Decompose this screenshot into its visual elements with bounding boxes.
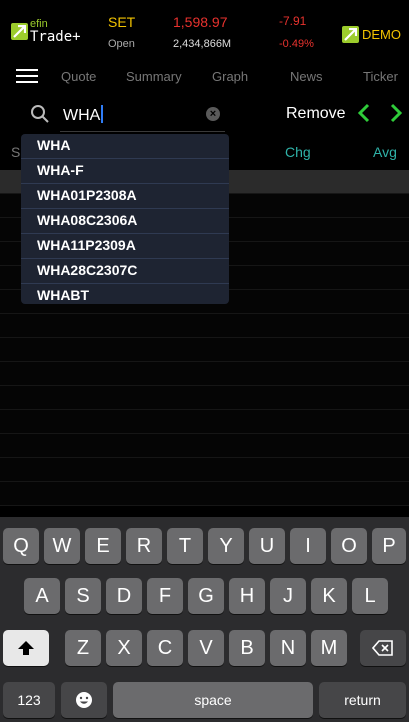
index-change-pct: -0.49% bbox=[279, 38, 314, 50]
menu-icon[interactable] bbox=[16, 69, 38, 85]
key-h[interactable]: H bbox=[229, 578, 265, 614]
key-m[interactable]: M bbox=[311, 630, 347, 666]
key-w[interactable]: W bbox=[44, 528, 80, 564]
key-i[interactable]: I bbox=[290, 528, 326, 564]
search-input[interactable]: WHA bbox=[63, 105, 104, 125]
space-key[interactable]: space bbox=[113, 682, 313, 718]
key-c[interactable]: C bbox=[147, 630, 183, 666]
key-g[interactable]: G bbox=[188, 578, 224, 614]
table-row[interactable] bbox=[0, 362, 409, 386]
tab-news[interactable]: News bbox=[290, 69, 323, 84]
key-e[interactable]: E bbox=[85, 528, 121, 564]
emoji-icon bbox=[76, 692, 92, 708]
column-header-avg[interactable]: Avg bbox=[373, 144, 397, 160]
suggestion-item[interactable]: WHA08C2306A bbox=[21, 209, 229, 234]
numbers-key[interactable]: 123 bbox=[3, 682, 55, 718]
demo-mode-label[interactable]: DEMO bbox=[362, 27, 401, 42]
key-v[interactable]: V bbox=[188, 630, 224, 666]
emoji-key[interactable] bbox=[61, 682, 107, 718]
key-z[interactable]: Z bbox=[65, 630, 101, 666]
key-p[interactable]: P bbox=[372, 528, 406, 564]
column-header-chg[interactable]: Chg bbox=[285, 144, 311, 160]
column-header-symbol[interactable]: S bbox=[11, 144, 20, 160]
table-row[interactable] bbox=[0, 338, 409, 362]
index-change: -7.91 bbox=[279, 14, 307, 28]
search-icon bbox=[31, 105, 49, 123]
shift-icon bbox=[18, 641, 34, 655]
market-header: efin Trade+ SET Open 1,598.97 2,434,866M… bbox=[0, 0, 409, 60]
on-screen-keyboard: Q W E R T Y U I O P A S D F G H J K L Z … bbox=[0, 517, 409, 722]
logo-trade-text: Trade+ bbox=[30, 29, 81, 45]
key-j[interactable]: J bbox=[270, 578, 306, 614]
index-volume: 2,434,866M bbox=[173, 38, 232, 50]
table-row[interactable] bbox=[0, 314, 409, 338]
table-row[interactable] bbox=[0, 386, 409, 410]
key-d[interactable]: D bbox=[106, 578, 142, 614]
key-b[interactable]: B bbox=[229, 630, 265, 666]
return-key[interactable]: return bbox=[319, 682, 406, 718]
key-l[interactable]: L bbox=[352, 578, 388, 614]
table-row[interactable] bbox=[0, 434, 409, 458]
suggestion-item[interactable]: WHA28C2307C bbox=[21, 259, 229, 284]
suggestion-item[interactable]: WHA11P2309A bbox=[21, 234, 229, 259]
key-f[interactable]: F bbox=[147, 578, 183, 614]
tab-summary[interactable]: Summary bbox=[126, 69, 182, 84]
key-u[interactable]: U bbox=[249, 528, 285, 564]
tab-graph[interactable]: Graph bbox=[212, 69, 248, 84]
key-o[interactable]: O bbox=[331, 528, 367, 564]
backspace-icon bbox=[371, 640, 393, 656]
search-row: WHA × Remove bbox=[0, 94, 409, 134]
market-status: Open bbox=[108, 38, 135, 50]
shift-key[interactable] bbox=[3, 630, 49, 666]
search-input-value: WHA bbox=[63, 107, 101, 124]
suggestion-item[interactable]: WHA bbox=[21, 134, 229, 159]
main-nav: Quote Summary Graph News Ticker bbox=[0, 62, 409, 92]
index-name: SET bbox=[108, 14, 136, 30]
efin-logo-icon bbox=[11, 23, 28, 40]
tab-quote[interactable]: Quote bbox=[61, 69, 96, 84]
clear-search-icon[interactable]: × bbox=[206, 107, 220, 121]
key-r[interactable]: R bbox=[126, 528, 162, 564]
key-y[interactable]: Y bbox=[208, 528, 244, 564]
table-row[interactable] bbox=[0, 482, 409, 506]
suggestion-item[interactable]: WHABT bbox=[21, 284, 229, 304]
table-row[interactable] bbox=[0, 410, 409, 434]
tab-ticker[interactable]: Ticker bbox=[363, 69, 398, 84]
suggestion-item[interactable]: WHA-F bbox=[21, 159, 229, 184]
chevron-left-icon[interactable] bbox=[357, 103, 371, 123]
table-row[interactable] bbox=[0, 458, 409, 482]
key-q[interactable]: Q bbox=[3, 528, 39, 564]
key-n[interactable]: N bbox=[270, 630, 306, 666]
demo-logo-icon[interactable] bbox=[342, 26, 359, 43]
search-underline bbox=[60, 131, 225, 132]
suggestion-item[interactable]: WHA01P2308A bbox=[21, 184, 229, 209]
remove-button[interactable]: Remove bbox=[286, 105, 346, 123]
key-x[interactable]: X bbox=[106, 630, 142, 666]
key-t[interactable]: T bbox=[167, 528, 203, 564]
chevron-right-icon[interactable] bbox=[389, 103, 403, 123]
text-caret bbox=[101, 105, 104, 123]
key-a[interactable]: A bbox=[24, 578, 60, 614]
symbol-suggestion-dropdown: WHA WHA-F WHA01P2308A WHA08C2306A WHA11P… bbox=[21, 134, 229, 304]
backspace-key[interactable] bbox=[360, 630, 406, 666]
key-k[interactable]: K bbox=[311, 578, 347, 614]
index-value: 1,598.97 bbox=[173, 14, 228, 30]
key-s[interactable]: S bbox=[65, 578, 101, 614]
